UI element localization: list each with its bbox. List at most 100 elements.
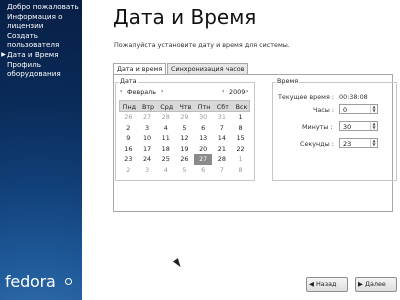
calendar-day[interactable]: 25 [156, 154, 175, 165]
weekday-label: Сбт [216, 103, 229, 111]
weekday-label: Пнд [122, 103, 137, 111]
prev-year-icon[interactable]: ‹ [222, 88, 224, 95]
current-time-value: 00:38:08 [339, 93, 368, 101]
calendar-day[interactable]: 6 [194, 165, 213, 176]
calendar-day[interactable]: 6 [194, 123, 213, 134]
calendar-day[interactable]: 21 [213, 144, 232, 155]
weekday-label: Птн [197, 103, 211, 111]
calendar: ‹ Февраль › ‹ 2009 › Пнд Втр Срд Чтв Птн Сбт В… [119, 87, 250, 177]
calendar-day[interactable]: 27 [193, 154, 213, 165]
calendar-day[interactable]: 12 [175, 133, 194, 144]
time-frame-label: Время [276, 77, 300, 85]
spinner-arrows-icon[interactable]: ▲ ▼ [370, 105, 377, 113]
back-button[interactable]: ◀ Назад [306, 277, 348, 292]
weekday-label: Срд [160, 103, 174, 111]
next-month-icon[interactable]: › [161, 88, 163, 95]
tab-label: Дата и время [117, 65, 163, 73]
nav-item-label: Создать пользователя [7, 31, 60, 49]
calendar-day[interactable]: 26 [119, 112, 138, 123]
calendar-day[interactable]: 20 [194, 144, 213, 155]
date-frame-label: Дата [119, 77, 138, 85]
hours-spinner[interactable]: 0 ▲ ▼ [339, 104, 378, 114]
calendar-day[interactable]: 5 [175, 123, 194, 134]
seconds-spinner[interactable]: 23 ▲ ▼ [339, 138, 378, 148]
nav-item-label: Дата и Время [7, 50, 59, 60]
calendar-day[interactable]: 11 [156, 133, 175, 144]
calendar-day[interactable]: 29 [175, 112, 194, 123]
calendar-day[interactable]: 14 [213, 133, 232, 144]
sidebar: Добро пожаловать Информация о лицензии С… [0, 0, 82, 300]
hours-label: Часы : [313, 106, 335, 114]
tab-label: Синхронизация часов [171, 65, 245, 73]
next-arrow-icon: ▶ [358, 280, 363, 288]
back-arrow-icon: ◀ [309, 280, 314, 288]
page-subtitle: Пожалуйста установите дату и время для с… [114, 41, 290, 49]
calendar-day[interactable]: 4 [156, 165, 175, 176]
minutes-value: 30 [343, 123, 352, 131]
calendar-day[interactable]: 8 [231, 165, 250, 176]
current-step-icon: ▶ [1, 51, 6, 59]
calendar-day[interactable]: 3 [138, 123, 157, 134]
calendar-day[interactable]: 28 [213, 154, 232, 165]
calendar-day[interactable]: 5 [175, 165, 194, 176]
back-button-label: Назад [316, 280, 337, 288]
calendar-day[interactable]: 1 [231, 112, 250, 123]
calendar-day[interactable]: 9 [119, 133, 138, 144]
seconds-value: 23 [343, 140, 352, 148]
calendar-day[interactable]: 22 [231, 144, 250, 155]
fedora-logo: fedora [5, 272, 56, 291]
weekday-label: Вск [235, 103, 248, 111]
nav-item-date-time: ▶ Дата и Время [0, 50, 82, 60]
current-time-label: Текущее время : [278, 93, 334, 101]
calendar-day[interactable]: 3 [138, 165, 157, 176]
calendar-day[interactable]: 28 [156, 112, 175, 123]
nav-item-label: Добро пожаловать [7, 2, 79, 11]
weekday-header: Пнд Втр Срд Чтв Птн Сбт Вск [119, 100, 250, 112]
calendar-day[interactable]: 17 [138, 144, 157, 155]
weekday-label: Чтв [179, 103, 192, 111]
hours-value: 0 [343, 106, 348, 114]
nav-item-license: Информация о лицензии [0, 13, 82, 30]
calendar-day[interactable]: 4 [156, 123, 175, 134]
nav-item-create-user: Создать пользователя [0, 32, 82, 49]
next-button[interactable]: ▶ Далее [355, 277, 397, 292]
next-year-icon[interactable]: › [246, 88, 248, 95]
nav-item-welcome: Добро пожаловать [0, 2, 82, 11]
calendar-day[interactable]: 2 [119, 165, 138, 176]
calendar-day[interactable]: 7 [213, 165, 232, 176]
nav-item-label: Информация о лицензии [7, 12, 63, 30]
spinner-arrows-icon[interactable]: ▲ ▼ [370, 139, 377, 147]
weekday-label: Втр [141, 103, 155, 111]
calendar-day[interactable]: 26 [175, 154, 194, 165]
page-title: Дата и Время [113, 5, 257, 29]
calendar-header: ‹ Февраль › ‹ 2009 › [119, 87, 250, 99]
prev-month-icon[interactable]: ‹ [120, 88, 122, 95]
calendar-day[interactable]: 2 [119, 123, 138, 134]
calendar-day[interactable]: 13 [194, 133, 213, 144]
calendar-day[interactable]: 16 [119, 144, 138, 155]
calendar-day[interactable]: 8 [231, 123, 250, 134]
year-label: 2009 [229, 88, 246, 96]
tab-clock-sync[interactable]: Синхронизация часов [167, 63, 249, 74]
calendar-day[interactable]: 10 [138, 133, 157, 144]
minutes-label: Минуты : [302, 123, 333, 131]
fedora-infinity-icon [65, 278, 72, 285]
calendar-day[interactable]: 7 [213, 123, 232, 134]
steps-nav: Добро пожаловать Информация о лицензии С… [0, 2, 82, 80]
nav-item-label: Профиль оборудования [7, 60, 61, 78]
month-label: Февраль [127, 88, 157, 96]
calendar-day[interactable]: 27 [138, 112, 157, 123]
minutes-spinner[interactable]: 30 ▲ ▼ [339, 121, 378, 131]
seconds-label: Секунды : [300, 140, 334, 148]
calendar-day[interactable]: 24 [138, 154, 157, 165]
calendar-day[interactable]: 23 [119, 154, 138, 165]
calendar-day[interactable]: 19 [175, 144, 194, 155]
spinner-arrows-icon[interactable]: ▲ ▼ [370, 122, 377, 130]
calendar-day[interactable]: 31 [213, 112, 232, 123]
calendar-day[interactable]: 1 [231, 154, 250, 165]
calendar-day[interactable]: 15 [231, 133, 250, 144]
calendar-day[interactable]: 30 [194, 112, 213, 123]
calendar-day[interactable]: 18 [156, 144, 175, 155]
nav-item-hardware-profile: Профиль оборудования [0, 61, 82, 78]
next-button-label: Далее [365, 280, 386, 288]
